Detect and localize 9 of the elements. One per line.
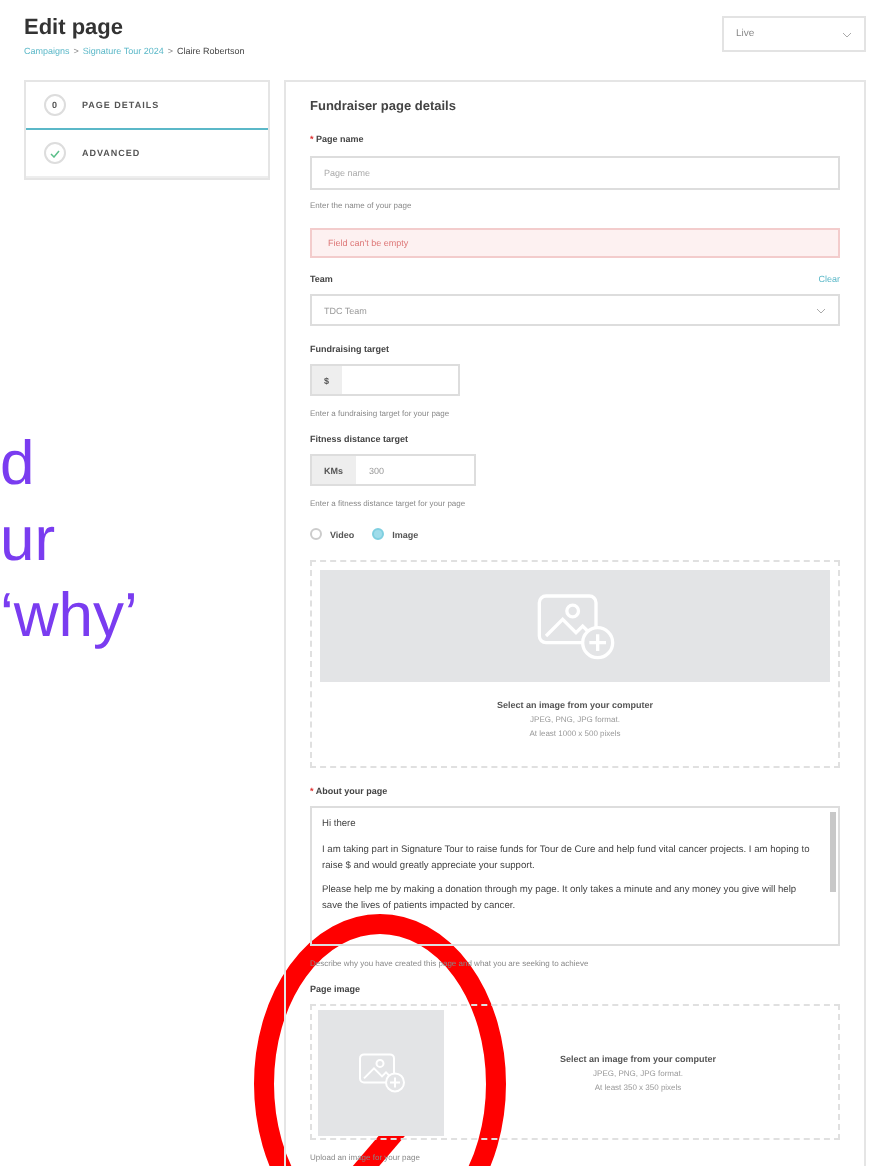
slide-text: d [0, 432, 35, 494]
image-add-icon [357, 1052, 405, 1094]
page-title: Edit page [24, 16, 126, 40]
chevron-down-icon [816, 307, 826, 314]
image-add-icon [535, 592, 615, 661]
check-icon [50, 149, 60, 157]
chevron-down-icon [842, 31, 852, 37]
slide-text: ur [0, 508, 56, 570]
slide-text: ‘why’ [0, 584, 138, 646]
